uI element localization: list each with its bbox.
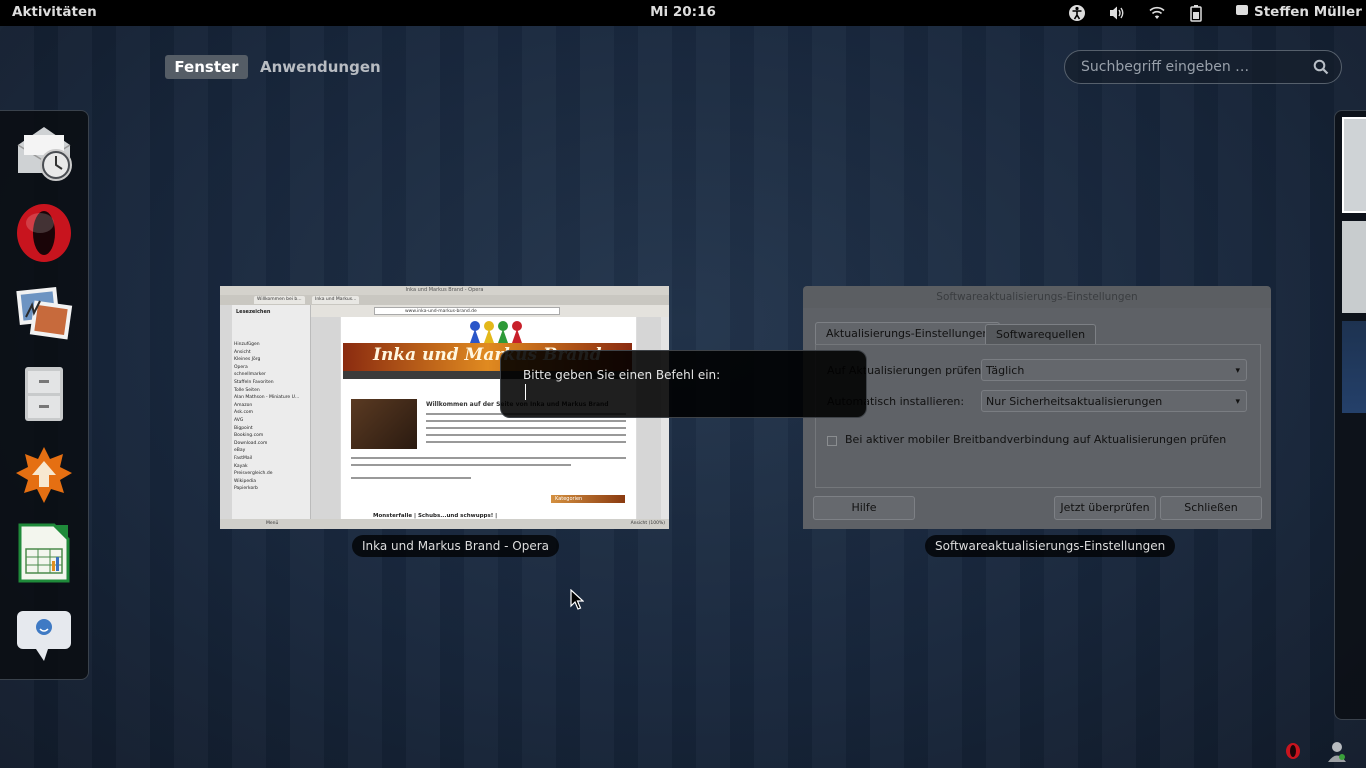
check-updates-value: Täglich <box>986 364 1025 377</box>
opera-address-field[interactable]: www.inka-und-markus-brand.de <box>374 307 560 315</box>
clock[interactable]: Mi 20:16 <box>650 4 716 20</box>
opera-tab[interactable]: Willkommen bei b... <box>254 296 305 304</box>
chevron-down-icon: ▾ <box>1235 397 1240 407</box>
opera-scrollbar[interactable] <box>661 317 669 519</box>
bookmark-item[interactable]: Staffeln Favoriten <box>234 379 299 387</box>
bookmark-item[interactable]: FastMail <box>234 455 299 463</box>
search-box <box>1064 50 1342 84</box>
workspace-1-thumbnail[interactable] <box>1342 117 1366 213</box>
text-line <box>351 464 571 466</box>
check-now-button[interactable]: Jetzt überprüfen <box>1054 496 1156 520</box>
help-button[interactable]: Hilfe <box>813 496 915 520</box>
bookmark-item[interactable]: Amazon <box>234 402 299 410</box>
bookmark-item[interactable]: schnellmarker <box>234 371 299 379</box>
chat-icon <box>1236 5 1248 15</box>
check-updates-combo[interactable]: Täglich ▾ <box>981 359 1247 381</box>
bookmark-item[interactable]: Papierkorb <box>234 485 299 493</box>
tab-software-sources[interactable]: Softwarequellen <box>985 324 1097 345</box>
activities-button[interactable]: Aktivitäten <box>12 4 97 20</box>
status-zoom[interactable]: Ansicht (100%) <box>631 519 665 529</box>
categories-box[interactable]: Kategorien <box>551 495 625 503</box>
libreoffice-calc-icon[interactable] <box>14 523 74 583</box>
bookmark-item[interactable]: Kleines Jörg <box>234 356 299 364</box>
volume-icon[interactable] <box>1108 4 1126 22</box>
text-line <box>426 420 626 422</box>
empathy-chat-icon[interactable] <box>14 605 74 665</box>
bookmark-item[interactable]: eBay <box>234 447 299 455</box>
opera-titlebar: Inka und Markus Brand - Opera <box>220 286 669 295</box>
bookmark-item[interactable]: Ansicht <box>234 349 299 357</box>
mobile-broadband-label: Bei aktiver mobiler Breitbandverbindung … <box>845 433 1227 446</box>
tab-applications[interactable]: Anwendungen <box>260 55 381 79</box>
text-line <box>426 441 626 443</box>
run-command-dialog: Bitte geben Sie einen Befehl ein: <box>500 350 867 418</box>
search-icon <box>1313 59 1329 75</box>
software-settings-titlebar: Softwareaktualisierungs-Einstellungen <box>936 291 1138 303</box>
opera-window-caption: Inka und Markus Brand - Opera <box>352 535 560 557</box>
opera-tab[interactable]: Inka und Markus... <box>312 296 360 304</box>
bookmark-list: Hinzufügen Ansicht Kleines Jörg Opera schnel… <box>234 341 299 493</box>
mouse-pointer-icon <box>570 589 584 610</box>
opera-bookmark-panel: Lesezeichen Hinzufügen Ansicht Kleines Jör… <box>220 305 311 519</box>
auto-install-value: Nur Sicherheitsaktualisierungen <box>986 395 1163 408</box>
bookmark-item[interactable]: Alan Mathson - Miniature U... <box>234 394 299 402</box>
user-menu[interactable]: Steffen Müller <box>1236 4 1362 20</box>
wifi-icon[interactable] <box>1148 4 1166 22</box>
workspace-switcher <box>1334 110 1366 720</box>
mobile-broadband-checkbox[interactable] <box>827 436 837 446</box>
bookmark-item[interactable]: Opera <box>234 364 299 372</box>
user-tray-icon[interactable] <box>1325 739 1349 763</box>
shotwell-icon[interactable] <box>14 283 74 343</box>
opera-panel-strip <box>220 305 232 519</box>
battery-icon[interactable] <box>1187 4 1205 22</box>
file-cabinet-icon[interactable] <box>14 363 74 423</box>
chevron-down-icon: ▾ <box>1235 366 1240 376</box>
bookmark-item[interactable]: Preisvergleich.de <box>234 470 299 478</box>
opera-icon[interactable] <box>14 203 74 263</box>
bookmark-item[interactable]: Kayak <box>234 463 299 471</box>
workspace-2-thumbnail[interactable] <box>1342 221 1366 313</box>
evolution-mail-icon[interactable] <box>14 123 74 183</box>
status-menu[interactable]: Menü <box>266 519 278 529</box>
tab-update-settings[interactable]: Aktualisierungs-Einstellungen <box>815 322 1001 345</box>
bookmark-item[interactable]: Wikipedia <box>234 478 299 486</box>
close-button[interactable]: Schließen <box>1160 496 1262 520</box>
opera-tabbar: Willkommen bei b... Inka und Markus... <box>220 295 669 305</box>
bookmark-item[interactable]: Tolle Seiten <box>234 387 299 395</box>
opera-tray-icon[interactable] <box>1285 742 1301 760</box>
bookmark-item[interactable]: Ask.com <box>234 409 299 417</box>
bookmarks-title: Lesezeichen <box>236 309 271 315</box>
bookmark-item[interactable]: Bigpoint <box>234 425 299 433</box>
update-manager-icon[interactable] <box>14 445 74 505</box>
text-line <box>426 427 626 429</box>
auto-install-combo[interactable]: Nur Sicherheitsaktualisierungen ▾ <box>981 390 1247 412</box>
text-line <box>351 477 471 479</box>
site-photo <box>351 399 417 449</box>
user-name: Steffen Müller <box>1254 4 1362 20</box>
software-settings-caption: Softwareaktualisierungs-Einstellungen <box>925 535 1176 557</box>
bookmark-item[interactable]: Download.com <box>234 440 299 448</box>
bookmark-item[interactable]: Hinzufügen <box>234 341 299 349</box>
software-settings-window-thumbnail[interactable]: Softwareaktualisierungs-Einstellungen Ak… <box>803 286 1271 529</box>
bookmark-item[interactable]: Booking.com <box>234 432 299 440</box>
run-command-input[interactable] <box>523 386 845 404</box>
text-line <box>426 434 626 436</box>
text-caret <box>525 384 526 400</box>
text-line <box>351 457 626 459</box>
tab-windows[interactable]: Fenster <box>165 55 248 79</box>
opera-page: Inka und Markus Brand Willkommen auf der… <box>340 317 637 519</box>
opera-statusbar: Menü Ansicht (100%) <box>220 519 669 529</box>
top-panel: Aktivitäten Mi 20:16 Steffen Müller <box>0 0 1366 26</box>
game-pieces-icon <box>470 321 522 343</box>
bookmark-item[interactable]: AVG <box>234 417 299 425</box>
dash <box>0 110 89 680</box>
accessibility-icon[interactable] <box>1068 4 1086 22</box>
search-input[interactable] <box>1065 51 1311 83</box>
run-command-prompt: Bitte geben Sie einen Befehl ein: <box>523 368 721 382</box>
workspace-3-thumbnail[interactable] <box>1342 321 1366 413</box>
